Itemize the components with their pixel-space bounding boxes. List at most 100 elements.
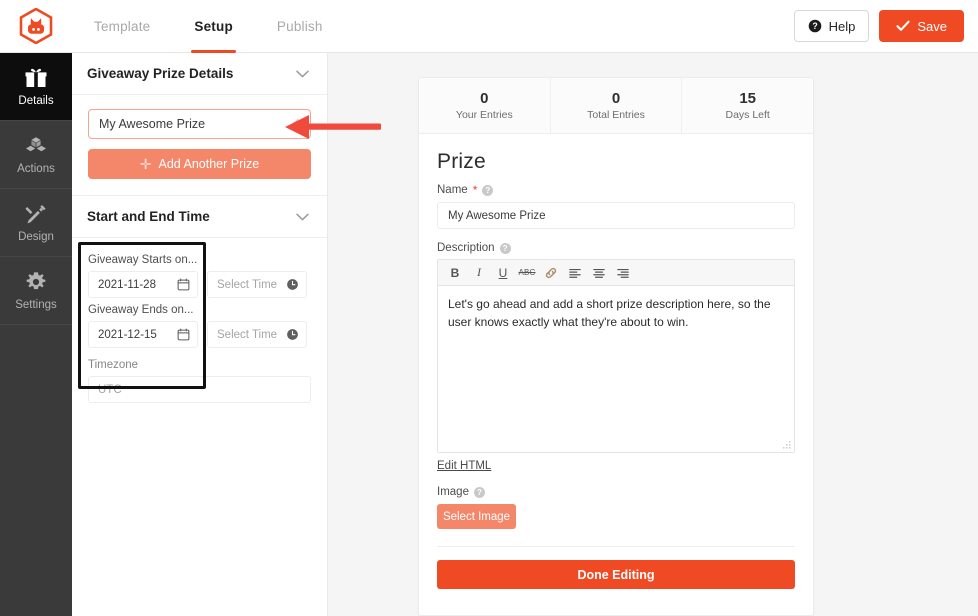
done-editing-button[interactable]: Done Editing: [437, 560, 795, 589]
stat-total-entries-value: 0: [611, 90, 621, 107]
top-bar: Template Setup Publish ? Help Save: [0, 0, 978, 53]
tab-publish-label: Publish: [276, 18, 323, 34]
prize-name-field[interactable]: My Awesome Prize: [437, 202, 795, 229]
save-button-label: Save: [917, 18, 947, 34]
sidebar-item-design-label: Design: [18, 231, 54, 243]
end-date-label: Giveaway Ends on...: [88, 304, 194, 316]
image-field-label: Image ?: [437, 486, 795, 498]
rabbit-hexagon-logo-icon: [19, 8, 53, 44]
help-tooltip-icon[interactable]: ?: [499, 242, 511, 254]
prize-preview-card: 0 Your Entries 0 Total Entries 15 Days L…: [418, 77, 814, 616]
brand-logo[interactable]: [0, 8, 72, 44]
sidebar-item-actions[interactable]: Actions: [0, 121, 72, 189]
resize-grip-icon[interactable]: [782, 440, 792, 450]
timezone-input[interactable]: UTC: [88, 376, 311, 403]
end-time-input[interactable]: Select Time: [207, 321, 307, 348]
sidebar-item-design[interactable]: Design: [0, 189, 72, 257]
description-text: Let's go ahead and add a short prize des…: [448, 297, 771, 329]
end-date-input[interactable]: 2021-12-15: [88, 321, 198, 348]
top-tabs: Template Setup Publish: [72, 0, 345, 53]
align-right-icon[interactable]: [612, 263, 634, 283]
pen-ruler-icon: [25, 205, 46, 224]
time-section-body: Giveaway Starts on... 2021-11-28 Select …: [72, 238, 327, 421]
prize-section-body: My Awesome Prize ✛ Add Another Prize: [72, 95, 327, 196]
svg-text:?: ?: [812, 21, 817, 31]
stat-your-entries: 0 Your Entries: [419, 78, 550, 133]
section-title-time: Start and End Time: [87, 209, 210, 224]
align-right-glyph: [617, 268, 629, 278]
description-textarea[interactable]: Let's go ahead and add a short prize des…: [438, 286, 794, 452]
link-chain-icon: [545, 267, 557, 278]
stat-days-left-value: 15: [739, 90, 757, 107]
bold-icon[interactable]: B: [444, 263, 466, 283]
setup-form-panel: Giveaway Prize Details My Awesome Prize …: [72, 53, 328, 616]
italic-icon[interactable]: I: [468, 263, 490, 283]
start-time-placeholder: Select Time: [217, 278, 278, 291]
italic-glyph: I: [477, 265, 481, 279]
stat-total-entries: 0 Total Entries: [549, 78, 682, 133]
timezone-label: Timezone: [88, 359, 139, 371]
end-date-value: 2021-12-15: [98, 328, 157, 341]
prize-name-value: My Awesome Prize: [99, 117, 206, 131]
sidebar-item-settings[interactable]: Settings: [0, 257, 72, 325]
entry-stats-bar: 0 Your Entries 0 Total Entries 15 Days L…: [419, 78, 813, 134]
align-center-icon[interactable]: [588, 263, 610, 283]
edit-html-link[interactable]: Edit HTML: [437, 460, 491, 472]
help-button[interactable]: ? Help: [793, 10, 870, 42]
align-left-icon[interactable]: [564, 263, 586, 283]
underline-icon[interactable]: U: [492, 263, 514, 283]
top-bar-actions: ? Help Save: [793, 10, 978, 42]
stat-your-entries-label: Your Entries: [455, 109, 513, 121]
form-divider: [437, 546, 795, 547]
end-time-placeholder: Select Time: [217, 328, 278, 341]
select-image-button[interactable]: Select Image: [437, 504, 516, 529]
start-time-input[interactable]: Select Time: [207, 271, 307, 298]
rich-text-editor: B I U ABC Let's go ahead and add a short…: [437, 259, 795, 453]
strikethrough-icon[interactable]: ABC: [516, 263, 538, 283]
required-mark: *: [472, 183, 478, 197]
sidebar-item-details-label: Details: [18, 95, 54, 107]
clock-icon: [287, 329, 298, 340]
sidebar-item-details[interactable]: Details: [0, 53, 72, 121]
link-icon[interactable]: [540, 263, 562, 283]
underline-glyph: U: [498, 265, 508, 280]
done-editing-label: Done Editing: [577, 567, 655, 582]
blocks-icon: [26, 137, 46, 152]
save-button[interactable]: Save: [879, 10, 964, 42]
stat-your-entries-value: 0: [480, 90, 489, 107]
gear-icon: [26, 272, 46, 290]
start-row: 2021-11-28 Select Time: [88, 271, 311, 298]
section-header-giveaway-prize-details[interactable]: Giveaway Prize Details: [72, 53, 327, 95]
help-button-label: Help: [828, 18, 856, 34]
tab-setup-label: Setup: [194, 18, 233, 34]
gift-icon: [25, 68, 47, 88]
strikethrough-glyph: ABC: [518, 268, 536, 277]
help-tooltip-icon[interactable]: ?: [482, 184, 494, 196]
stat-days-left: 15 Days Left: [681, 78, 813, 133]
page-title: Prize: [437, 150, 486, 173]
check-icon: [896, 20, 910, 31]
app-root: Template Setup Publish ? Help Save Detai…: [0, 0, 978, 616]
end-row: 2021-12-15 Select Time: [88, 321, 311, 348]
timezone-value: UTC: [98, 383, 122, 396]
start-date-input[interactable]: 2021-11-28: [88, 271, 198, 298]
section-header-start-and-end-time[interactable]: Start and End Time: [72, 196, 327, 238]
prize-name-input[interactable]: My Awesome Prize: [88, 109, 311, 139]
add-another-prize-label: Add Another Prize: [158, 157, 260, 171]
image-label-text: Image: [437, 486, 469, 498]
calendar-icon: [177, 278, 190, 291]
help-tooltip-icon[interactable]: ?: [473, 486, 485, 498]
sidebar-item-actions-label: Actions: [17, 163, 55, 175]
calendar-icon: [177, 328, 190, 341]
tab-publish[interactable]: Publish: [255, 0, 345, 53]
tab-template[interactable]: Template: [72, 0, 172, 53]
tab-setup[interactable]: Setup: [172, 0, 255, 53]
align-center-glyph: [593, 268, 605, 278]
start-date-label: Giveaway Starts on...: [88, 254, 198, 266]
section-title-prize: Giveaway Prize Details: [87, 66, 234, 81]
add-another-prize-button[interactable]: ✛ Add Another Prize: [88, 149, 311, 179]
question-circle-icon: ?: [808, 19, 821, 33]
pencil-icon[interactable]: [288, 117, 302, 131]
rte-toolbar: B I U ABC: [438, 260, 794, 286]
sidebar-item-settings-label: Settings: [15, 299, 57, 311]
